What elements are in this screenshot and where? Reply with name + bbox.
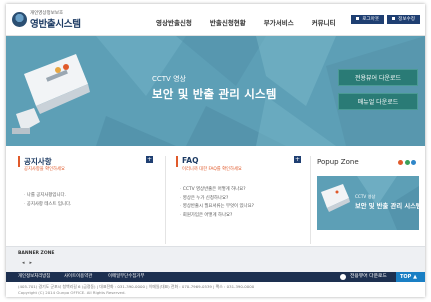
faq-section: FAQ 이러니까 대한 FAQ를 확인하세요 + CCTV 영상반출은 어떻게 … <box>165 156 301 244</box>
email-policy-link[interactable]: 이메일무단수집거부 <box>108 273 144 281</box>
logout-label: 로그아웃 <box>362 17 380 22</box>
list-item[interactable]: 나를 공지사항입니다. <box>24 192 71 201</box>
notice-section: 공지사항 공지사항을 확인하세요 + 나를 공지사항입니다. 공지사항 테스트 … <box>18 156 153 244</box>
footer-nav: 개인정보처리방침 사이트이용약관 이메일무단수집거부 전용뷰어 다운로드 TOP… <box>6 272 425 282</box>
banner-controls: ◂ ▸ <box>22 260 37 266</box>
page-frame: 개인영상정보보호 영반출시스템 영상반출신청 반출신청현황 부가서비스 커뮤니티… <box>6 4 425 297</box>
pager-dot[interactable] <box>404 160 410 165</box>
list-item[interactable]: 영상은 누가 신청하나요? <box>180 195 254 204</box>
popup-headline: 보안 및 반출 관리 시스템 <box>355 203 419 210</box>
list-item[interactable]: 공지사항 테스트 입니다. <box>24 201 72 210</box>
popup-title: Popup Zone <box>317 158 359 166</box>
list-item[interactable]: CCTV 영상반출은 어떻게 하나요? <box>180 186 254 195</box>
popup-zone: Popup Zone CCTV 영상 보안 및 반출 관리 시스템 <box>310 156 419 244</box>
notice-more-button[interactable]: + <box>146 156 153 163</box>
popup-banner-image[interactable]: CCTV 영상 보안 및 반출 관리 시스템 <box>317 176 419 230</box>
logo-title: 영반출시스템 <box>30 19 81 30</box>
faq-list: CCTV 영상반출은 어떻게 하나요? 영상은 누가 신청하나요? 영상반출시 … <box>180 186 254 220</box>
banner-next-button[interactable]: ▸ <box>30 260 33 266</box>
top-button[interactable]: TOP ▲ <box>396 272 425 282</box>
banner-prev-button[interactable]: ◂ <box>22 260 25 266</box>
edit-info-button[interactable]: 정보수정 <box>387 15 420 24</box>
viewer-download-button[interactable]: 전용뷰어 다운로드 <box>338 69 418 86</box>
list-item[interactable]: 영상반출시 필요서류는 무엇이 있나요? <box>180 203 254 212</box>
manual-download-button[interactable]: 매뉴얼 다운로드 <box>338 93 418 110</box>
nav-item-services[interactable]: 부가서비스 <box>264 17 294 27</box>
footer: (405-701) 경기도 군포시 청백리길 6 (금정동) | 대표전화 : … <box>6 282 425 297</box>
header: 개인영상정보보호 영반출시스템 영상반출신청 반출신청현황 부가서비스 커뮤니티… <box>6 4 425 36</box>
accent-bar <box>176 156 178 167</box>
utility-nav: 로그아웃 정보수정 <box>348 15 420 24</box>
cctv-camera-icon <box>12 54 90 134</box>
pager-dot[interactable] <box>398 160 403 165</box>
popup-subtitle: CCTV 영상 <box>355 194 376 199</box>
footer-download-label: 전용뷰어 다운로드 <box>350 274 387 279</box>
list-item[interactable]: 회원가입은 어떻게 하나요? <box>180 212 254 221</box>
footer-download-button[interactable]: 전용뷰어 다운로드 <box>334 272 396 282</box>
privacy-policy-link[interactable]: 개인정보처리방침 <box>18 273 50 281</box>
edit-info-label: 정보수정 <box>398 17 415 22</box>
pager-dot[interactable] <box>411 160 416 165</box>
faq-desc: 이러니까 대한 FAQ를 확인하세요 <box>182 167 242 172</box>
nav-item-status[interactable]: 반출신청현황 <box>210 17 246 27</box>
banner-zone-title: BANNER ZONE <box>18 251 55 256</box>
terms-link[interactable]: 사이트이용약관 <box>64 273 92 281</box>
accent-bar <box>18 156 20 167</box>
emblem-icon <box>12 12 27 27</box>
nav-item-community[interactable]: 커뮤니티 <box>312 17 336 27</box>
notice-list: 나를 공지사항입니다. 공지사항 테스트 입니다. <box>24 192 72 210</box>
hero-banner: CCTV 영상 보안 및 반출 관리 시스템 전용뷰어 다운로드 매뉴얼 다운로… <box>6 36 425 146</box>
nav-item-request[interactable]: 영상반출신청 <box>156 17 192 27</box>
footer-copyright: Copyright (C) 2014 Gunpo OFFICE. All Rig… <box>18 290 126 295</box>
download-icon <box>340 274 346 280</box>
hero-title: 보안 및 반출 관리 시스템 <box>152 87 277 101</box>
top-label: TOP <box>400 274 412 280</box>
faq-title: FAQ <box>182 156 199 165</box>
hero-subtitle: CCTV 영상 <box>152 75 186 83</box>
popup-pager <box>397 160 416 165</box>
logout-button[interactable]: 로그아웃 <box>351 15 385 24</box>
user-icon <box>392 17 396 20</box>
lock-icon <box>356 17 360 20</box>
faq-more-button[interactable]: + <box>294 156 301 163</box>
notice-desc: 공지사항을 확인하세요 <box>24 167 65 172</box>
chevron-up-icon: ▲ <box>413 274 417 280</box>
main-nav: 영상반출신청 반출신청현황 부가서비스 커뮤니티 <box>156 17 354 27</box>
banner-zone: BANNER ZONE ◂ ▸ <box>6 246 425 272</box>
main-content: 공지사항 공지사항을 확인하세요 + 나를 공지사항입니다. 공지사항 테스트 … <box>6 146 425 246</box>
site-logo[interactable]: 개인영상정보보호 영반출시스템 <box>12 10 102 32</box>
